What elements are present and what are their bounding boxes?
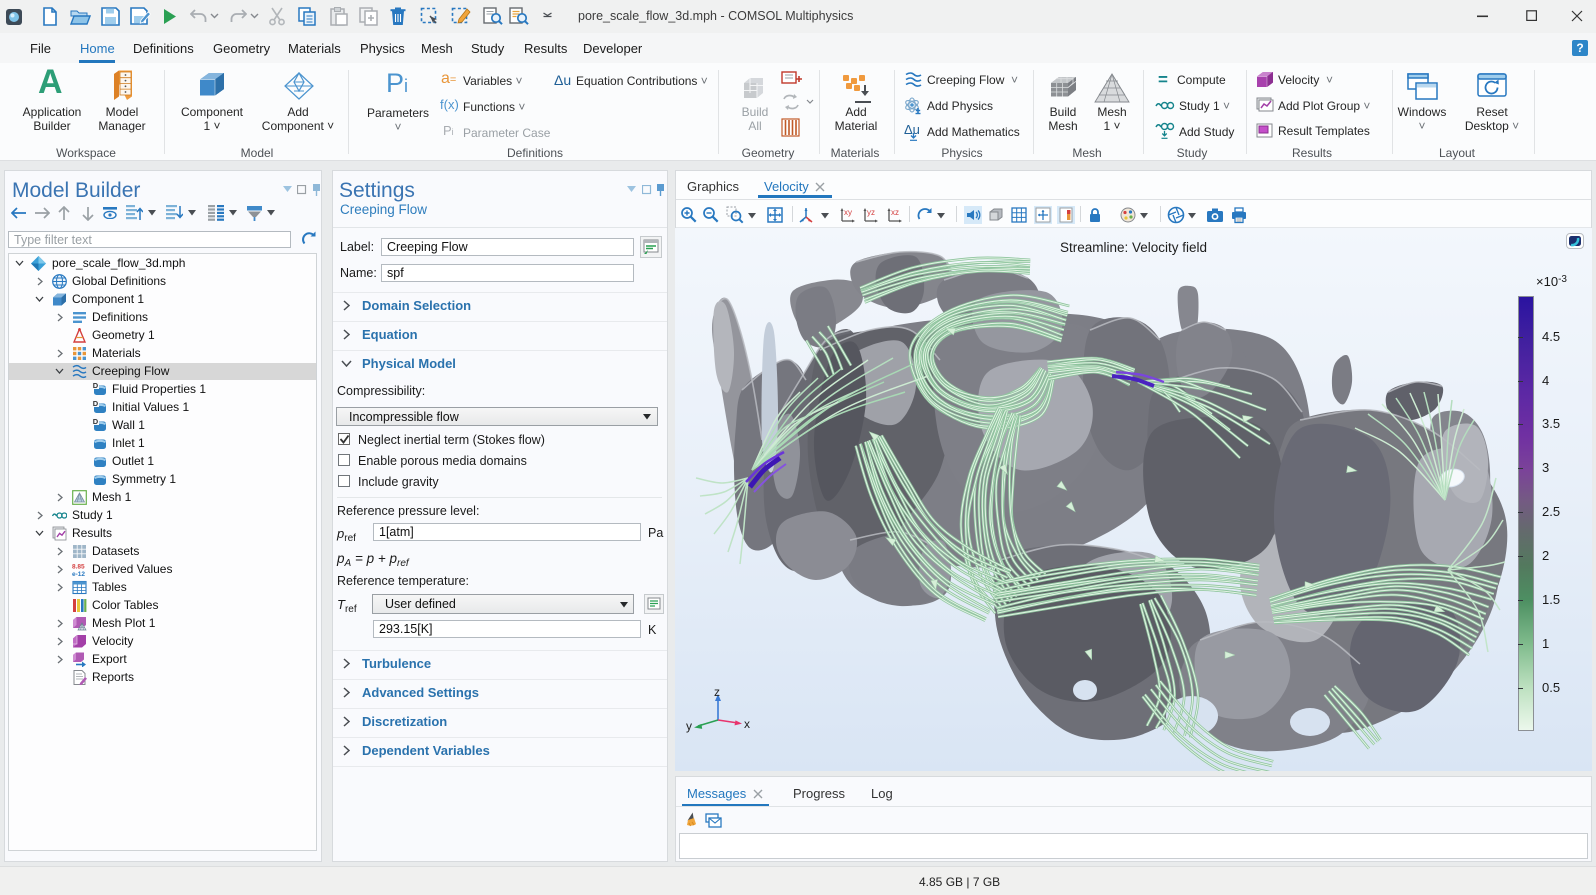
svg-text:x: x (744, 717, 750, 731)
svg-text:yz: yz (867, 208, 875, 217)
svg-text:D: D (93, 400, 99, 408)
svg-text:y: y (686, 719, 692, 733)
svg-text:xz: xz (891, 208, 899, 217)
svg-text:8.85: 8.85 (72, 564, 85, 571)
svg-text:xy: xy (844, 208, 852, 217)
svg-text:D: D (93, 418, 99, 426)
svg-text:e-12: e-12 (72, 571, 85, 577)
svg-text:D: D (93, 382, 99, 390)
svg-text:z: z (714, 688, 720, 699)
